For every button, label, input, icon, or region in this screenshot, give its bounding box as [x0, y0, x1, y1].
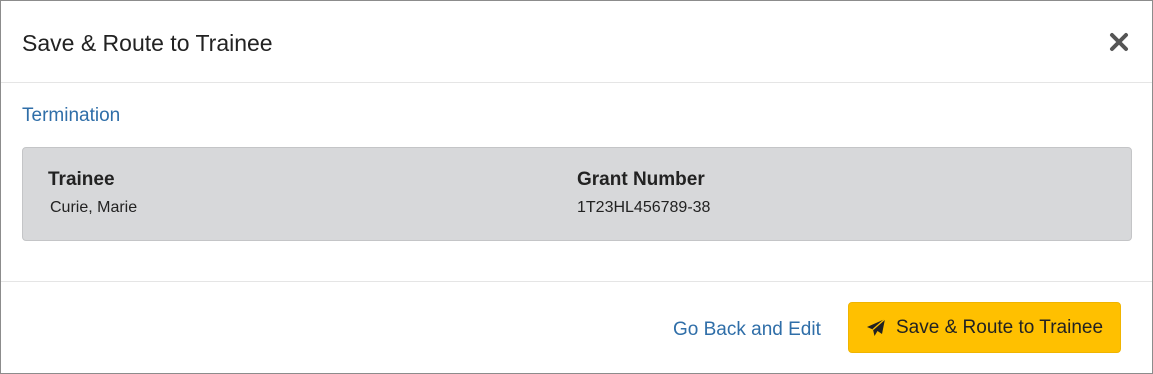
trainee-value: Curie, Marie	[50, 199, 138, 216]
grant-number-field: Grant Number 1T23HL456789-38	[577, 168, 710, 218]
dialog-header: Save & Route to Trainee	[1, 1, 1152, 83]
termination-link[interactable]: Termination	[22, 104, 120, 128]
dialog-footer: Go Back and Edit Save & Route to Trainee	[1, 281, 1152, 374]
save-route-button[interactable]: Save & Route to Trainee	[848, 302, 1121, 353]
dialog-body: Termination Trainee Curie, Marie Grant N…	[1, 83, 1152, 281]
grant-number-label: Grant Number	[577, 169, 705, 190]
trainee-field: Trainee Curie, Marie	[48, 168, 137, 218]
save-route-button-label: Save & Route to Trainee	[896, 316, 1104, 338]
info-panel: Trainee Curie, Marie Grant Number 1T23HL…	[22, 147, 1132, 241]
grant-number-value: 1T23HL456789-38	[577, 199, 711, 216]
trainee-label: Trainee	[48, 169, 115, 190]
go-back-edit-link[interactable]: Go Back and Edit	[673, 318, 821, 342]
close-icon	[1110, 33, 1128, 51]
paper-plane-icon	[867, 318, 886, 336]
dialog-title: Save & Route to Trainee	[22, 30, 273, 56]
save-route-dialog: Save & Route to Trainee Termination Trai…	[0, 0, 1153, 374]
close-button[interactable]	[1108, 29, 1130, 55]
